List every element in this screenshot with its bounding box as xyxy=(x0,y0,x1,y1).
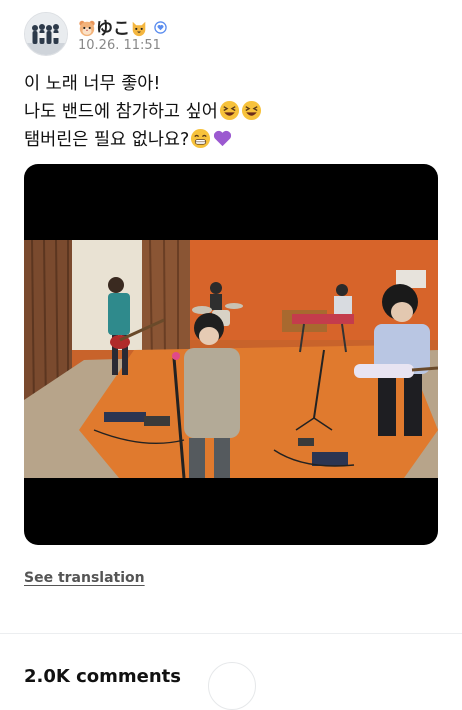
post-line-3: 탬버린은 필요 없나요? xyxy=(24,126,438,154)
beaming-face-with-smiling-eyes-icon xyxy=(191,128,211,149)
verified-heart-badge-icon xyxy=(154,21,167,34)
grinning-squinting-face-icon xyxy=(241,100,261,121)
post-line-2: 나도 밴드에 참가하고 싶어 xyxy=(24,98,438,126)
post-line-3-text: 탬버린은 필요 없나요? xyxy=(24,130,190,150)
post-body: 이 노래 너무 좋아! 나도 밴드에 참가하고 싶어 탬버린은 필요 없나요? xyxy=(24,70,438,154)
section-divider xyxy=(0,633,462,634)
post-line-1-text: 이 노래 너무 좋아! xyxy=(24,74,161,94)
avatar[interactable] xyxy=(24,12,68,56)
hamster-face-icon xyxy=(79,20,95,37)
comments-count[interactable]: 2.0K comments xyxy=(24,666,181,687)
group-photo-avatar-icon xyxy=(25,13,67,55)
see-translation-link[interactable]: See translation xyxy=(24,570,145,586)
purple-heart-icon xyxy=(214,130,232,147)
cat-face-icon xyxy=(132,21,146,37)
author-name[interactable]: ゆこ xyxy=(78,14,167,39)
author-name-text: ゆこ xyxy=(96,19,130,39)
post-header: ゆこ 10.26. 11:51 xyxy=(24,12,438,56)
grinning-squinting-face-icon xyxy=(219,100,239,121)
post-line-2-text: 나도 밴드에 참가하고 싶어 xyxy=(24,102,218,122)
band-performance-video-icon xyxy=(24,240,438,478)
post-timestamp: 10.26. 11:51 xyxy=(78,38,161,53)
floating-round-button[interactable] xyxy=(208,662,256,710)
post-line-1: 이 노래 너무 좋아! xyxy=(24,70,438,98)
post-video[interactable] xyxy=(24,164,438,545)
